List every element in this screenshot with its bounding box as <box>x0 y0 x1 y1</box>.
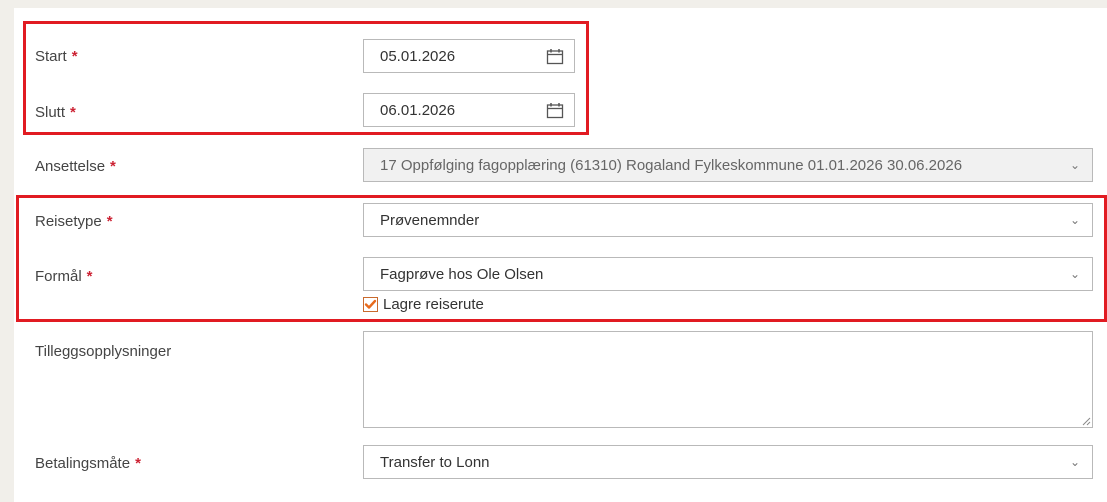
formal-label: Formål * <box>35 268 93 285</box>
required-marker: * <box>135 455 141 472</box>
ansettelse-value: 17 Oppfølging fagopplæring (61310) Rogal… <box>380 157 963 174</box>
calendar-icon[interactable] <box>546 102 564 119</box>
ansettelse-select[interactable]: 17 Oppfølging fagopplæring (61310) Rogal… <box>363 148 1093 182</box>
tillegg-textarea[interactable] <box>363 331 1093 428</box>
formal-select[interactable]: Fagprøve hos Ole Olsen ⌄ <box>363 257 1093 291</box>
reisetype-select[interactable]: Prøvenemnder ⌄ <box>363 203 1093 237</box>
required-marker: * <box>70 104 76 121</box>
chevron-down-icon: ⌄ <box>1069 267 1080 281</box>
start-date-value: 05.01.2026 <box>380 48 456 65</box>
reisetype-value: Prøvenemnder <box>380 212 480 229</box>
chevron-down-icon: ⌄ <box>1069 158 1080 172</box>
betaling-label: Betalingsmåte * <box>35 455 141 472</box>
slutt-date-value: 06.01.2026 <box>380 102 456 119</box>
form-panel: Start * 05.01.2026 Slutt * 06.01.2026 Anse… <box>14 8 1107 502</box>
slutt-label: Slutt * <box>35 104 76 121</box>
calendar-icon[interactable] <box>546 48 564 65</box>
chevron-down-icon: ⌄ <box>1069 455 1080 469</box>
resize-handle-icon[interactable] <box>1081 416 1091 426</box>
tillegg-label: Tilleggsopplysninger <box>35 343 172 360</box>
required-marker: * <box>86 268 93 285</box>
slutt-date-input[interactable]: 06.01.2026 <box>363 93 575 127</box>
lagre-reiserute-checkbox[interactable] <box>363 297 378 312</box>
reisetype-label: Reisetype * <box>35 213 113 230</box>
formal-value: Fagprøve hos Ole Olsen <box>380 266 544 283</box>
betaling-value: Transfer to Lonn <box>380 454 490 471</box>
chevron-down-icon: ⌄ <box>1069 213 1080 227</box>
checkmark-icon <box>364 299 377 309</box>
required-marker: * <box>106 213 113 230</box>
betaling-select[interactable]: Transfer to Lonn ⌄ <box>363 445 1093 479</box>
start-date-input[interactable]: 05.01.2026 <box>363 39 575 73</box>
start-label: Start * <box>35 48 78 65</box>
required-marker: * <box>110 158 116 175</box>
lagre-reiserute-label: Lagre reiserute <box>383 296 484 313</box>
required-marker: * <box>71 48 78 65</box>
ansettelse-label: Ansettelse * <box>35 158 116 175</box>
